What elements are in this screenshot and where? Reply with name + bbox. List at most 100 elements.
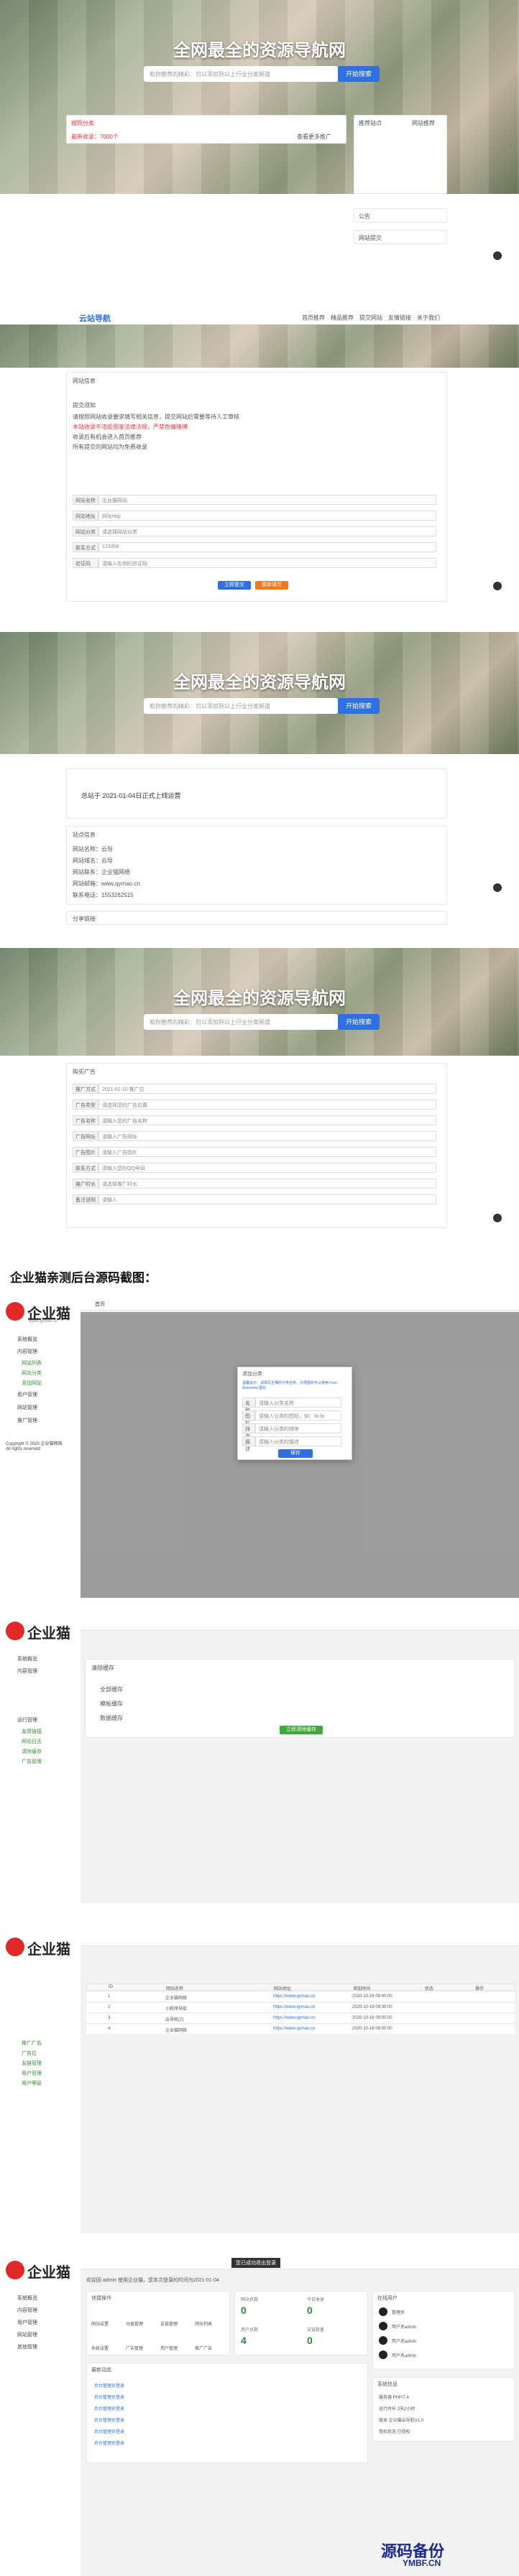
menu2-item-1[interactable]: 系统概览 bbox=[17, 1655, 37, 1663]
shortcut-1[interactable]: 网站设置 bbox=[91, 2320, 109, 2327]
breadcrumb-home[interactable]: 首页 bbox=[95, 1301, 105, 1308]
modal-icon-field[interactable]: 请输入分类的图标，如：fa-fa bbox=[255, 1410, 341, 1420]
submenu-2[interactable]: 网站分类 bbox=[22, 1370, 42, 1377]
modal-desc-field[interactable]: 请输入分类的描述 bbox=[255, 1436, 341, 1446]
online-user-3: 用户名admin bbox=[392, 2340, 417, 2344]
table-row[interactable]: 4 企业猫网络 https://www.qymao.cn 2020-10-16 … bbox=[86, 2024, 515, 2035]
shortcut-2[interactable]: 分类管理 bbox=[126, 2320, 143, 2327]
scroll-top-icon-2[interactable] bbox=[493, 582, 502, 590]
scroll-top-icon[interactable] bbox=[493, 251, 502, 260]
shortcut-3[interactable]: 友链管理 bbox=[160, 2320, 178, 2327]
detail-title: 总站于 2021-01-04日正式上线运营 bbox=[81, 792, 181, 799]
submenu3-5[interactable]: 用户等级 bbox=[22, 2080, 42, 2087]
contact-field[interactable]: 123456 bbox=[98, 542, 436, 552]
menu2-item-3[interactable]: 运行管理 bbox=[17, 1716, 37, 1724]
menu4-item-1[interactable]: 系统概览 bbox=[17, 2294, 37, 2302]
submenu2-3[interactable]: 清除缓存 bbox=[22, 1748, 42, 1755]
scroll-top-icon-4[interactable] bbox=[493, 1214, 502, 1222]
detail-search-button[interactable]: 开始搜索 bbox=[338, 698, 380, 714]
ad-field-3[interactable]: 请输入您的广告名称 bbox=[98, 1115, 436, 1125]
submenu-3[interactable]: 添加网站 bbox=[22, 1380, 42, 1387]
table-row[interactable]: 2 小程序导航 https://www.qymao.cn 2020-10-16 … bbox=[86, 2003, 515, 2013]
log-row-2[interactable]: 后台管理员登录 bbox=[94, 2394, 124, 2400]
modal-name-field[interactable]: 请输入分类名称 bbox=[255, 1398, 341, 1408]
ad-search-input[interactable]: 和你推荐的精彩：可以添加到以上行业分类频道 bbox=[144, 1014, 338, 1030]
log-row-4[interactable]: 后台管理员登录 bbox=[94, 2417, 124, 2423]
submenu3-1[interactable]: 推广广告 bbox=[22, 2040, 42, 2047]
submit-button[interactable]: 立即提交 bbox=[218, 581, 251, 590]
menu4-item-4[interactable]: 网站管理 bbox=[17, 2331, 37, 2338]
ad-field-6[interactable]: 请输入您的QQ号码 bbox=[98, 1163, 436, 1173]
sidebar-more-link[interactable]: 网站推荐 bbox=[412, 119, 435, 127]
menu4-item-3[interactable]: 用户管理 bbox=[17, 2319, 37, 2326]
nav-item-2[interactable]: 精品推荐 bbox=[331, 314, 354, 322]
modal-sort-field[interactable]: 请输入分类的排序 bbox=[255, 1423, 341, 1433]
table-row[interactable]: 3 云导航(2) https://www.qymao.cn 2020-10-16… bbox=[86, 2014, 515, 2024]
ad-field-1[interactable]: 2021-01-10 推广位 bbox=[98, 1084, 436, 1094]
row-url[interactable]: https://www.qymao.cn bbox=[273, 1994, 315, 1999]
search-input[interactable]: 和你推荐的精彩：可以添加到以上行业分类频道 bbox=[144, 66, 338, 82]
menu-item-2[interactable]: 内容管理 bbox=[17, 1348, 37, 1355]
menu4-item-5[interactable]: 其他管理 bbox=[17, 2343, 37, 2351]
filter-more-link[interactable]: 查看更多推广 bbox=[297, 133, 331, 141]
cache-option-2[interactable]: 模板缓存 bbox=[100, 1700, 123, 1708]
log-row-5[interactable]: 后台管理员登录 bbox=[94, 2428, 124, 2435]
ad-field-8[interactable]: 请输入 bbox=[98, 1194, 436, 1204]
menu4-item-2[interactable]: 内容管理 bbox=[17, 2307, 37, 2314]
shortcut-6[interactable]: 广告管理 bbox=[126, 2345, 143, 2351]
system-row-4: 授权状态 已授权 bbox=[379, 2430, 410, 2435]
modal-save-button[interactable]: 保存 bbox=[278, 1449, 313, 1458]
captcha-field[interactable]: 请输入右侧的验证码 bbox=[98, 558, 436, 568]
submenu2-4[interactable]: 广告管理 bbox=[22, 1758, 42, 1765]
submenu2-2[interactable]: 网站日志 bbox=[22, 1738, 42, 1745]
detail-search-input[interactable]: 和你推荐的精彩：可以添加到以上行业分类频道 bbox=[144, 698, 338, 714]
reset-button[interactable]: 重新填写 bbox=[255, 581, 288, 590]
submenu3-2[interactable]: 广告位 bbox=[22, 2050, 37, 2057]
menu-item-3[interactable]: 用户管理 bbox=[17, 1391, 37, 1398]
share-title: 分享链接 bbox=[73, 916, 96, 922]
site-logo[interactable]: 云站导航 bbox=[79, 312, 111, 324]
row-url[interactable]: https://www.qymao.cn bbox=[273, 2005, 315, 2009]
nav-item-4[interactable]: 友情链接 bbox=[388, 314, 411, 322]
nav-item-1[interactable]: 首页推荐 bbox=[302, 314, 325, 322]
menu-item-5[interactable]: 推广管理 bbox=[17, 1417, 37, 1424]
menu2-item-2[interactable]: 内容管理 bbox=[17, 1668, 37, 1675]
nav-item-5[interactable]: 关于我们 bbox=[417, 314, 440, 322]
row-url[interactable]: https://www.qymao.cn bbox=[273, 2016, 315, 2020]
submenu3-3[interactable]: 友链管理 bbox=[22, 2060, 42, 2067]
shortcut-7[interactable]: 用户管理 bbox=[160, 2345, 178, 2351]
ad-field-7[interactable]: 请选择推广时长 bbox=[98, 1178, 436, 1189]
submenu2-1[interactable]: 友情链接 bbox=[22, 1728, 42, 1735]
ad-search-button[interactable]: 开始搜索 bbox=[338, 1014, 380, 1030]
shortcut-8[interactable]: 推广广告 bbox=[195, 2345, 212, 2351]
log-row-6[interactable]: 后台管理员登录 bbox=[94, 2440, 124, 2446]
form-label-url: 网站地址 bbox=[73, 511, 98, 521]
ad-field-5[interactable]: 请输入广告图片 bbox=[98, 1147, 436, 1157]
row-time: 2020-10-16 09:00:00 bbox=[352, 2005, 392, 2009]
detail-banner bbox=[0, 632, 519, 754]
site-category-select[interactable]: 请选择网站分类 bbox=[98, 526, 436, 536]
log-row-1[interactable]: 后台管理员登录 bbox=[94, 2382, 124, 2389]
submit-card[interactable]: 网站提交 bbox=[354, 230, 447, 244]
category-select[interactable]: 按照分类 bbox=[71, 119, 94, 127]
submenu-1[interactable]: 网站列表 bbox=[22, 1359, 42, 1367]
site-url-field[interactable]: 网址http bbox=[98, 511, 436, 521]
ad-field-4[interactable]: 请输入广告网址 bbox=[98, 1131, 436, 1141]
submenu3-4[interactable]: 用户管理 bbox=[22, 2070, 42, 2077]
admin-sidebar-4: 企业猫 系统概览 内容管理 用户管理 网站管理 其他管理 bbox=[0, 2255, 81, 2576]
ad-field-2[interactable]: 请选择您的广告位置 bbox=[98, 1099, 436, 1110]
nav-item-3[interactable]: 提交网站 bbox=[359, 314, 382, 322]
site-name-field[interactable]: 企业猫网站 bbox=[98, 495, 436, 505]
clear-cache-button[interactable]: 立即清除缓存 bbox=[280, 1726, 323, 1734]
search-button[interactable]: 开始搜索 bbox=[338, 66, 380, 82]
scroll-top-icon-3[interactable] bbox=[493, 883, 502, 892]
menu-item-4[interactable]: 网站管理 bbox=[17, 1404, 37, 1411]
log-row-3[interactable]: 后台管理员登录 bbox=[94, 2405, 124, 2412]
shortcut-4[interactable]: 网站列表 bbox=[195, 2320, 212, 2327]
cache-option-3[interactable]: 数据缓存 bbox=[100, 1714, 123, 1722]
cache-option-1[interactable]: 全部缓存 bbox=[100, 1685, 123, 1693]
row-url[interactable]: https://www.qymao.cn bbox=[273, 2027, 315, 2031]
shortcut-5[interactable]: 系统设置 bbox=[91, 2345, 109, 2351]
table-row[interactable]: 1 企业猫网络 https://www.qymao.cn 2020-10-16 … bbox=[86, 1992, 515, 2002]
menu-item-1[interactable]: 系统概览 bbox=[17, 1336, 37, 1343]
